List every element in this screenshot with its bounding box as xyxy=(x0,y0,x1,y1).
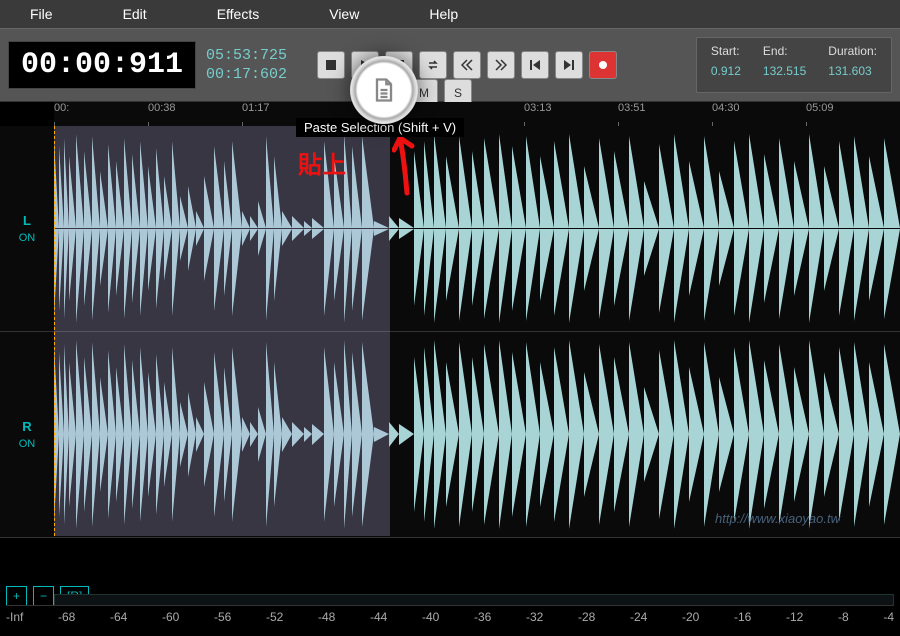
db-tick: -8 xyxy=(838,610,849,632)
ruler-tick: 03:13 xyxy=(524,102,618,126)
ruler-tick: 05:09 xyxy=(806,102,900,126)
db-tick: -68 xyxy=(58,610,75,632)
stop-button[interactable] xyxy=(317,51,345,79)
menu-file[interactable]: File xyxy=(30,6,53,22)
db-tick: -56 xyxy=(214,610,231,632)
prev-button[interactable] xyxy=(521,51,549,79)
db-tick: -44 xyxy=(370,610,387,632)
document-icon xyxy=(370,76,398,104)
db-tick: -40 xyxy=(422,610,439,632)
db-scale: -Inf -68 -64 -60 -56 -52 -48 -44 -40 -36… xyxy=(6,605,894,632)
channel-l-on[interactable]: ON xyxy=(19,232,36,244)
ruler-tick: 04:30 xyxy=(712,102,806,126)
next-button[interactable] xyxy=(555,51,583,79)
db-tick: -28 xyxy=(578,610,595,632)
menu-edit[interactable]: Edit xyxy=(123,6,147,22)
db-tick: -36 xyxy=(474,610,491,632)
rewind-button[interactable] xyxy=(453,51,481,79)
menu-help[interactable]: Help xyxy=(429,6,458,22)
start-label: Start: xyxy=(711,44,741,58)
db-tick: -52 xyxy=(266,610,283,632)
selection-info: Start: 0.912 End: 132.515 Duration: 131.603 xyxy=(696,37,892,93)
tracks-area: LON RON ↑+ ↓+ http://www.xiaoyao.tw xyxy=(0,126,900,566)
loop-button[interactable] xyxy=(419,51,447,79)
menu-view[interactable]: View xyxy=(329,6,359,22)
db-tick: -16 xyxy=(734,610,751,632)
track-left: L ON xyxy=(0,126,900,332)
duration-label: Duration: xyxy=(828,44,877,58)
arrow-annotation xyxy=(392,128,432,198)
time-a: 05:53:725 xyxy=(206,46,287,66)
db-tick: -Inf xyxy=(6,610,23,632)
time-main: 00:00:911 xyxy=(8,41,196,89)
db-tick: -64 xyxy=(110,610,127,632)
time-b: 00:17:602 xyxy=(206,65,287,85)
track-right: R ON xyxy=(0,332,900,538)
ruler-tick: 03:51 xyxy=(618,102,712,126)
db-tick: -4 xyxy=(883,610,894,632)
end-label: End: xyxy=(763,44,806,58)
zoom-in[interactable]: + xyxy=(6,586,27,606)
db-tick: -60 xyxy=(162,610,179,632)
channel-r[interactable]: R xyxy=(22,419,31,434)
menu-effects[interactable]: Effects xyxy=(217,6,260,22)
waveform-left[interactable] xyxy=(54,126,900,331)
ruler-tick: 00:38 xyxy=(148,102,242,126)
watermark: http://www.xiaoyao.tw xyxy=(715,511,840,526)
db-tick: -24 xyxy=(630,610,647,632)
duration-value: 131.603 xyxy=(828,64,877,78)
channel-r-on[interactable]: ON xyxy=(19,438,36,450)
db-tick: -48 xyxy=(318,610,335,632)
forward-button[interactable] xyxy=(487,51,515,79)
record-button[interactable] xyxy=(589,51,617,79)
paste-annotation: 貼上 xyxy=(298,145,346,180)
start-value: 0.912 xyxy=(711,64,741,78)
channel-l[interactable]: L xyxy=(23,213,31,228)
waveform-right[interactable] xyxy=(54,332,900,537)
db-tick: -20 xyxy=(682,610,699,632)
zoom-out[interactable]: − xyxy=(33,586,54,606)
paste-button-highlight[interactable] xyxy=(350,56,418,124)
db-tick: -12 xyxy=(786,610,803,632)
db-tick: -32 xyxy=(526,610,543,632)
end-value: 132.515 xyxy=(763,64,806,78)
ruler-tick: 00: xyxy=(54,102,148,126)
time-ruler[interactable]: 00: 00:38 01:17 03:13 03:51 04:30 05:09 xyxy=(54,102,900,126)
